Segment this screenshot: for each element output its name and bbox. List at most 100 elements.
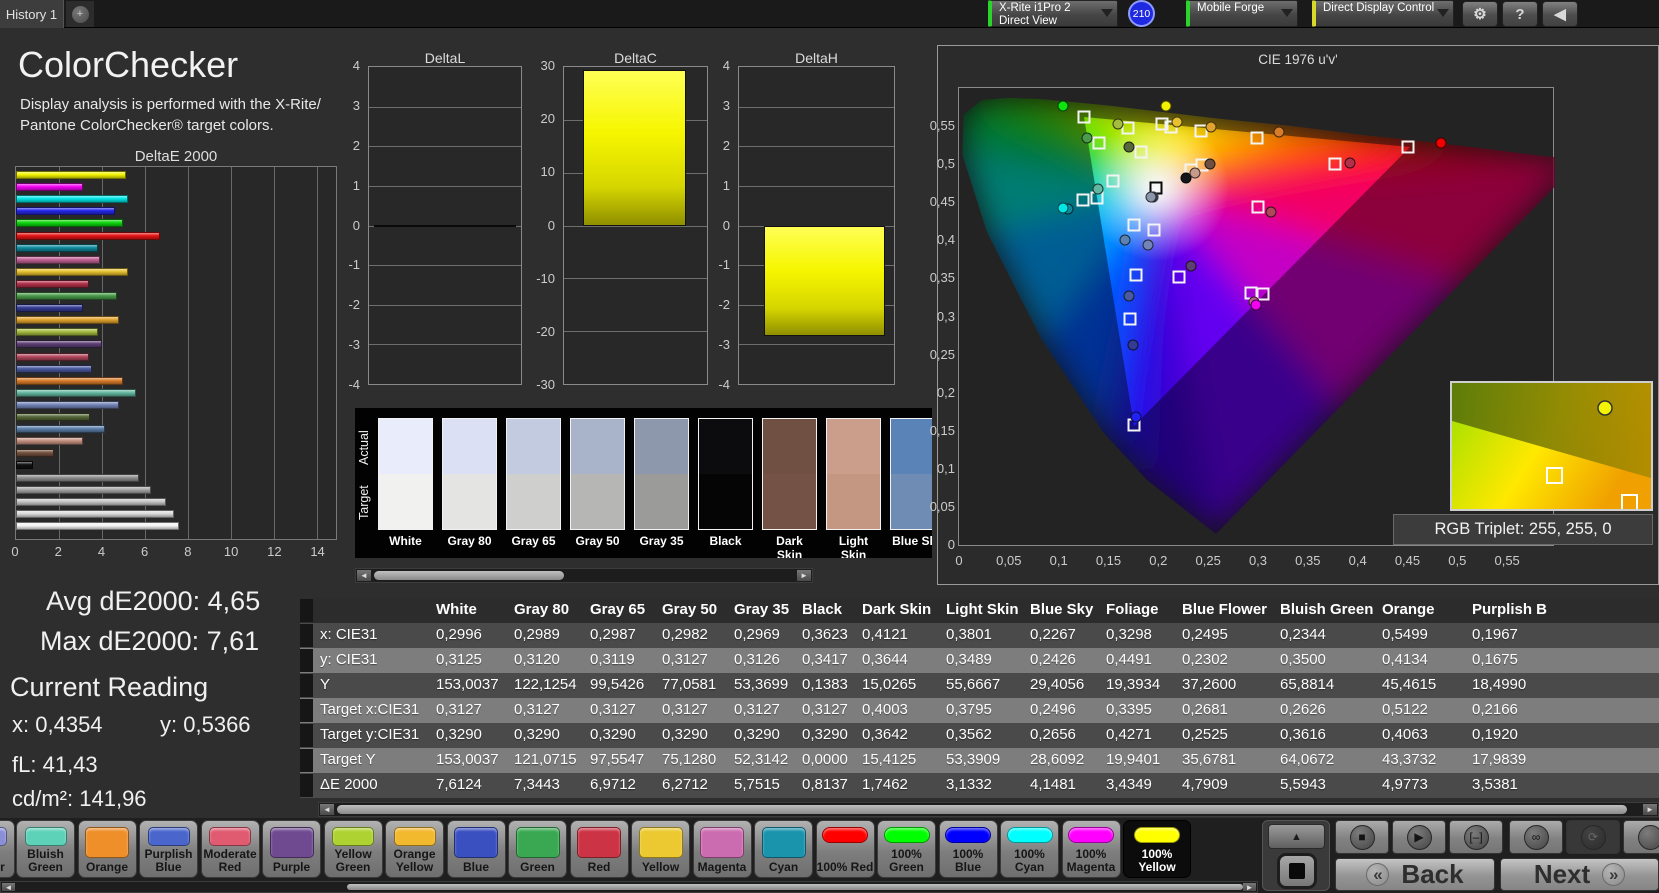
swatch-target: [699, 474, 752, 529]
table-row-x-cie31: x: CIE31 0,2996 0,2989 0,2987 0,2982 0,2969 0,…: [300, 623, 1659, 648]
patch-button-cyan[interactable]: Cyan: [754, 820, 813, 878]
cell: 0,2267: [1030, 626, 1076, 643]
table-header-bluish-green: Bluish Green: [1280, 601, 1374, 618]
mini-gridline: [564, 225, 707, 227]
step-button[interactable]: [–]: [1449, 820, 1503, 854]
patch-button-100-green[interactable]: 100% Green: [877, 820, 936, 878]
meter-count-badge[interactable]: 210: [1128, 0, 1155, 27]
cie-measured-dot-100-cyan: [1057, 202, 1069, 214]
cie-y-tick: 0,2: [936, 384, 955, 400]
patch-button-100-magenta[interactable]: 100% Magenta: [1061, 820, 1121, 878]
new-tab-button[interactable]: +: [66, 1, 94, 27]
patch-button-yellow-green[interactable]: Yellow Green: [323, 820, 383, 878]
patch-button-magenta[interactable]: Magenta: [692, 820, 752, 878]
cell: 53,3699: [734, 676, 789, 693]
patch-button-purplish-blue[interactable]: Purplish Blue: [139, 820, 198, 878]
table-header-gray-80: Gray 80: [514, 601, 570, 618]
stop-pattern-button[interactable]: [1277, 853, 1317, 889]
scroll-left-icon[interactable]: ◄: [320, 804, 334, 815]
cell: 0,3290: [514, 726, 560, 743]
stop-measure-button[interactable]: ■: [1335, 820, 1389, 854]
de-axis-label: 10: [223, 544, 239, 559]
patch-button-blue[interactable]: Blue: [446, 820, 506, 878]
cell: 0,2989: [514, 626, 560, 643]
step-icon: [–]: [1469, 830, 1483, 844]
patch-label: Orange: [85, 860, 128, 874]
current-reading-title: Current Reading: [10, 672, 209, 702]
swatch-gray-65: [506, 418, 561, 530]
mini-gridline: [369, 265, 521, 267]
de-bar-100-cyan: [16, 195, 128, 204]
back-button[interactable]: « Back: [1335, 858, 1495, 891]
cell: 7,6124: [436, 776, 482, 793]
scroll-left-icon[interactable]: ◄: [357, 570, 371, 581]
settings-button[interactable]: ⚙: [1462, 1, 1498, 27]
table-header-dark-skin: Dark Skin: [862, 601, 932, 618]
patch-button-100-red[interactable]: 100% Red: [815, 820, 875, 878]
help-button[interactable]: ?: [1502, 1, 1538, 27]
patch-button-bluish-green[interactable]: Bluish Green: [16, 820, 75, 878]
patch-button-orange-yellow[interactable]: Orange Yellow: [385, 820, 444, 878]
table-scrollbar-thumb[interactable]: [337, 805, 1627, 814]
patch-button-100-cyan[interactable]: 100% Cyan: [1000, 820, 1059, 878]
mini-tick-label: 10: [540, 164, 555, 180]
scroll-left-icon[interactable]: ◄: [2, 883, 15, 892]
cie-measured-dot-blue: [1127, 339, 1139, 351]
mini-gridline: [739, 106, 894, 108]
workflow-dropdown[interactable]: Mobile Forge: [1186, 0, 1298, 27]
de-bar-yellow-green: [16, 328, 98, 337]
patch-button-moderate-red[interactable]: Moderate Red: [200, 820, 260, 878]
scroll-right-icon[interactable]: ►: [1643, 804, 1657, 815]
extra-button[interactable]: [1623, 820, 1659, 854]
patch-scrollbar[interactable]: ◄ ►: [0, 881, 1258, 893]
play-button[interactable]: ▶: [1392, 820, 1446, 854]
swatch-target: [443, 474, 496, 529]
patch-label: Green: [520, 860, 555, 874]
patch-button-red[interactable]: Red: [569, 820, 629, 878]
cell: 0,4063: [1382, 726, 1428, 743]
de-bar-dark-skin: [16, 449, 54, 458]
patch-label: Blue: [462, 860, 489, 874]
patch-scrollbar-thumb[interactable]: [347, 884, 1243, 890]
swatch-scrollbar-thumb[interactable]: [374, 571, 564, 580]
patch-button-green[interactable]: Green: [508, 820, 567, 878]
de-bar-green: [16, 292, 117, 300]
mini-gridline: [369, 185, 521, 187]
cell: 0,3290: [734, 726, 780, 743]
cell: 0,3616: [1280, 726, 1326, 743]
swatch-scrollbar[interactable]: ◄ ►: [355, 568, 813, 583]
patch-button-blue-flower[interactable]: Blue Flower: [0, 820, 15, 878]
cie-y-tick: 0,4: [936, 232, 955, 248]
display-control-dropdown[interactable]: Direct Display Control: [1312, 0, 1454, 27]
cell: 0,0000: [802, 751, 848, 768]
collapse-button[interactable]: ◀: [1542, 1, 1578, 27]
next-button[interactable]: Next »: [1500, 858, 1659, 891]
mini-tick-label: -4: [348, 377, 360, 392]
avg-de2000: Avg dE2000: 4,65: [46, 586, 261, 616]
reading-fl: fL: 41,43: [12, 752, 98, 777]
patch-chip: [24, 827, 67, 846]
reading-y: y: 0,5366: [160, 712, 251, 737]
patch-button-100-yellow[interactable]: 100% Yellow: [1123, 820, 1191, 878]
mini-gridline: [739, 344, 894, 346]
meter-dropdown[interactable]: X-Rite i1Pro 2 Direct View: [988, 0, 1118, 27]
table-row--e-2000: ΔE 2000 7,6124 7,3443 6,9712 6,2712 5,7515 0,8…: [300, 773, 1659, 798]
patch-button-orange[interactable]: Orange: [77, 820, 137, 878]
patch-button-100-blue[interactable]: 100% Blue: [938, 820, 998, 878]
cell: 15,0265: [862, 676, 917, 693]
cie-target-square-100-yellow: [1155, 117, 1169, 131]
patch-button-purple[interactable]: Purple: [262, 820, 321, 878]
swatch-target: [379, 474, 432, 529]
scroll-right-icon[interactable]: ►: [797, 570, 811, 581]
table-row-target-y: Target Y 153,0037 121,0715 97,5547 75,1280 52…: [300, 748, 1659, 773]
scroll-right-icon[interactable]: ►: [1243, 883, 1256, 892]
table-header-black: Black: [802, 601, 843, 618]
patch-button-yellow[interactable]: Yellow: [631, 820, 690, 878]
tab-history-1[interactable]: History 1: [0, 0, 64, 28]
refresh-button[interactable]: ⟳: [1566, 820, 1620, 854]
expand-button[interactable]: ▲: [1268, 824, 1325, 849]
cie-target-square-blue-flower: [1147, 223, 1161, 237]
cie-measured-dot-bluish-green: [1092, 183, 1104, 195]
table-scrollbar[interactable]: ◄ ►: [318, 802, 1659, 817]
loop-button[interactable]: ∞: [1509, 820, 1563, 854]
